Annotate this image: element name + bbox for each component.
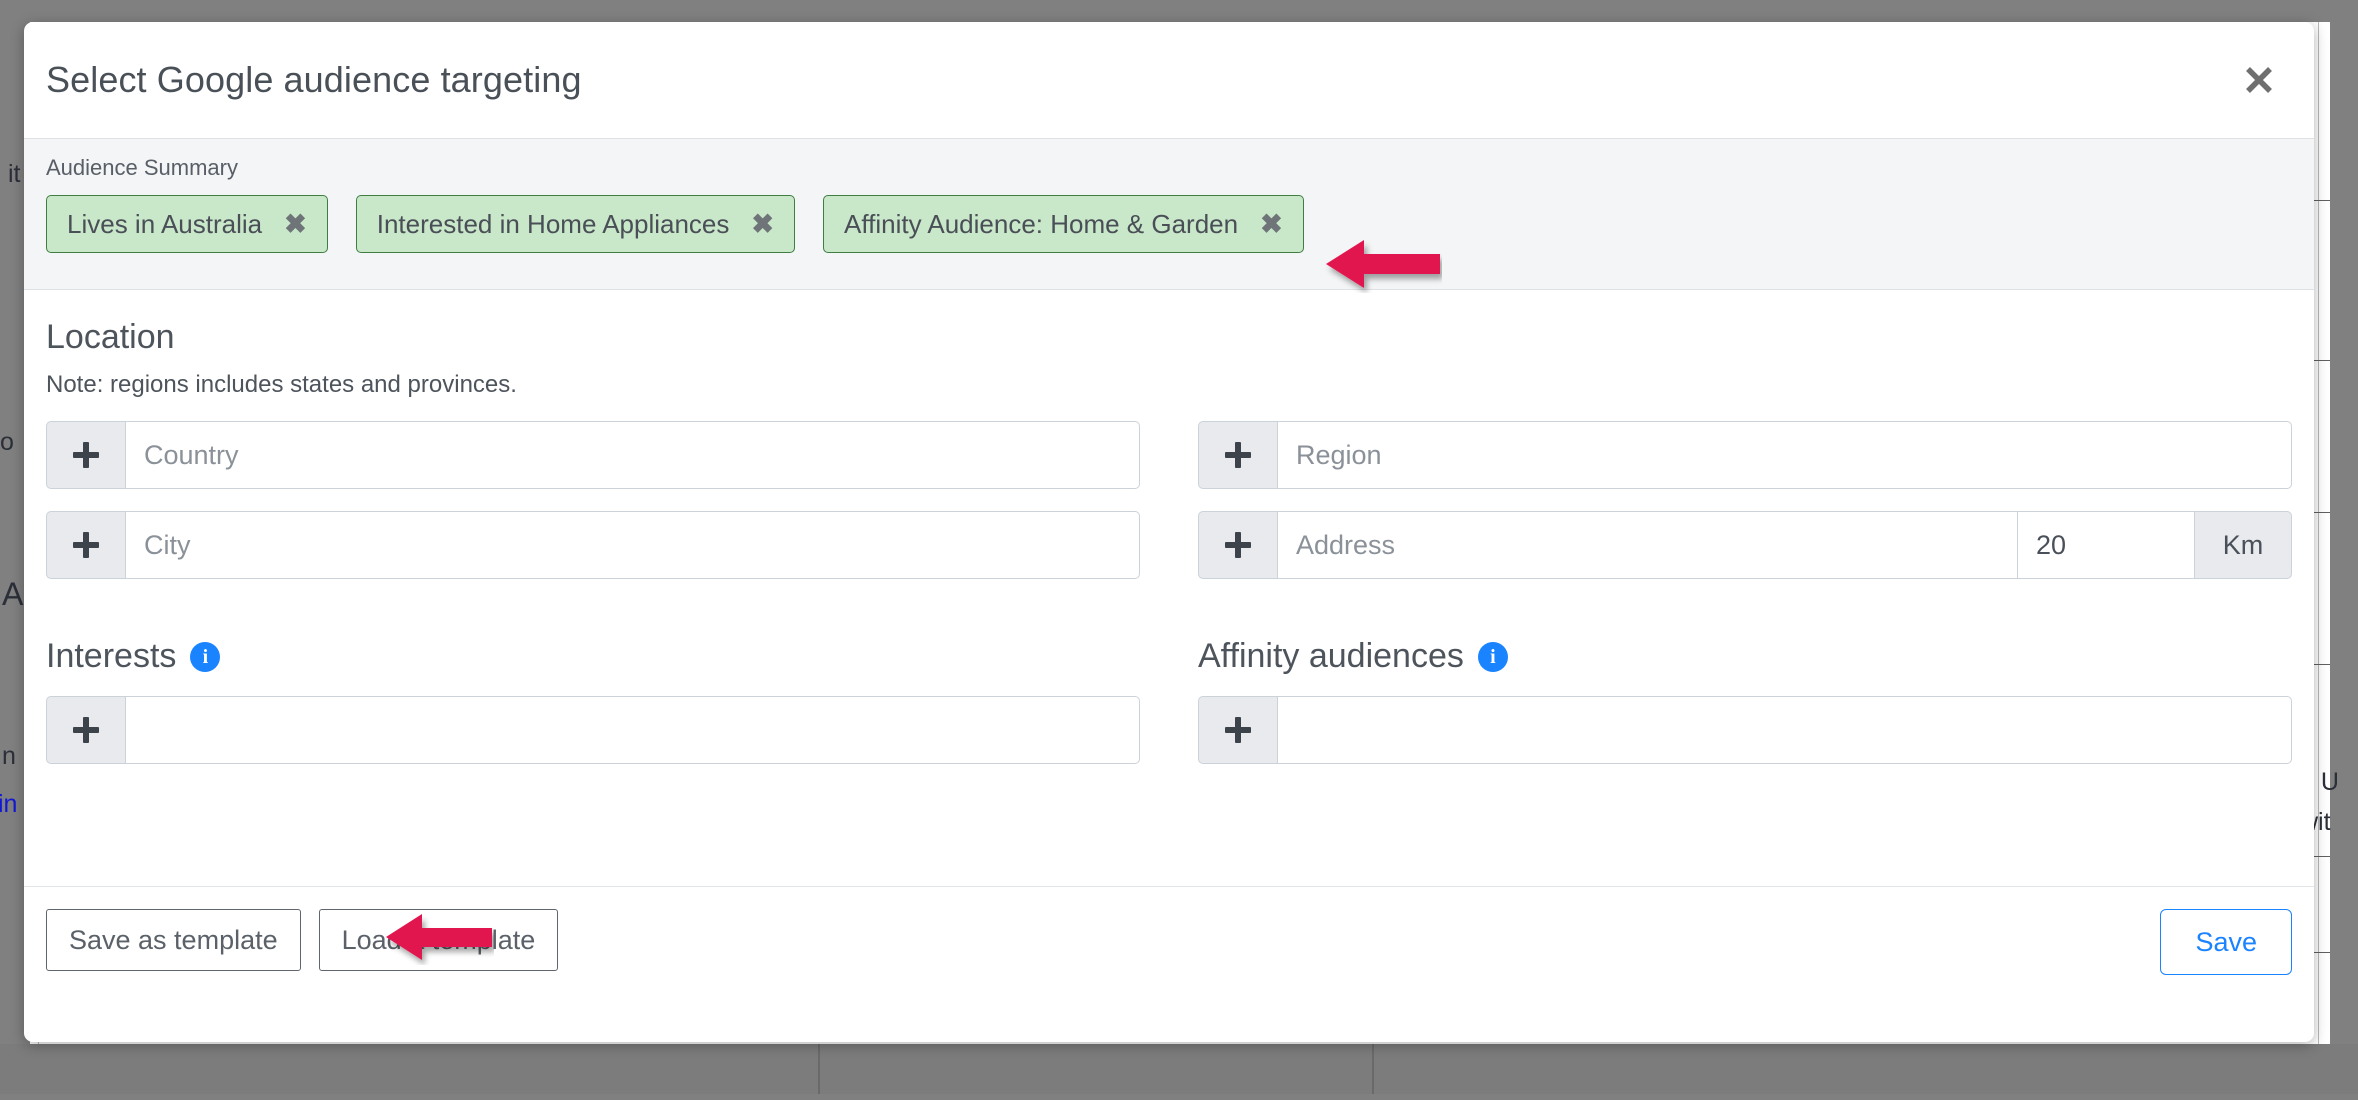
backdrop-text-fragment: A (2, 576, 24, 612)
affinity-input-group (1198, 696, 2292, 764)
affinity-title-text: Affinity audiences (1198, 637, 1464, 675)
add-interest-button[interactable] (46, 696, 126, 764)
backdrop-text-fragment: n (2, 742, 16, 770)
load-a-template-button[interactable]: Load a template (318, 909, 559, 971)
modal-footer: Save as template Load a template Save (24, 886, 2314, 1042)
audience-chip-label: Interested in Home Appliances (376, 208, 730, 239)
add-city-button[interactable] (46, 511, 126, 579)
location-left-column: Country City (46, 421, 1140, 601)
radius-unit-label: Km (2194, 511, 2292, 579)
audience-chip-label: Affinity Audience: Home & Garden (844, 208, 1239, 239)
interests-title-text: Interests (46, 637, 177, 675)
audience-fields-grid: Interests i Affinity audiences i (46, 637, 2292, 764)
audience-chip-label: Lives in Australia (67, 208, 263, 239)
affinity-column: Affinity audiences i (1198, 637, 2292, 764)
audience-chip[interactable]: Lives in Australia ✖ (46, 195, 328, 253)
city-input[interactable]: City (126, 511, 1140, 579)
radius-input[interactable]: 20 (2017, 511, 2194, 579)
chip-remove-icon[interactable]: ✖ (284, 210, 307, 238)
audience-chip[interactable]: Interested in Home Appliances ✖ (355, 195, 796, 253)
location-section-title: Location (46, 318, 175, 356)
info-icon[interactable]: i (1477, 641, 1508, 672)
country-input-group: Country (46, 421, 1140, 489)
modal-title: Select Google audience targeting (46, 59, 582, 100)
location-right-column: Region Address 20 Km (1198, 421, 2292, 601)
modal-body: Location Note: regions includes states a… (24, 290, 2314, 886)
add-affinity-audience-button[interactable] (1198, 696, 1278, 764)
region-input-group: Region (1198, 421, 2292, 489)
save-as-template-button[interactable]: Save as template (46, 909, 301, 971)
location-fields-grid: Country City Region Address 20 Km (46, 421, 2292, 601)
plus-icon (1225, 442, 1251, 468)
audience-chip-row: Lives in Australia ✖ Interested in Home … (46, 195, 2292, 253)
chip-remove-icon[interactable]: ✖ (1260, 210, 1283, 238)
region-input[interactable]: Region (1278, 421, 2292, 489)
backdrop-text-fragment: it (8, 160, 21, 188)
interests-input-group (46, 696, 1140, 764)
add-address-button[interactable] (1198, 511, 1278, 579)
city-input-group: City (46, 511, 1140, 579)
affinity-section-title: Affinity audiences i (1198, 637, 2292, 676)
interests-column: Interests i (46, 637, 1140, 764)
plus-icon (73, 442, 99, 468)
plus-icon (1225, 717, 1251, 743)
plus-icon (73, 532, 99, 558)
backdrop-bottom-strip (0, 1044, 2358, 1094)
info-icon[interactable]: i (190, 641, 221, 672)
audience-targeting-modal: Select Google audience targeting Audienc… (24, 22, 2314, 1042)
audience-chip[interactable]: Affinity Audience: Home & Garden ✖ (823, 195, 1304, 253)
add-region-button[interactable] (1198, 421, 1278, 489)
interests-input[interactable] (126, 696, 1140, 764)
interests-section-title: Interests i (46, 637, 1140, 676)
plus-icon (73, 717, 99, 743)
location-section-note: Note: regions includes states and provin… (46, 371, 517, 398)
backdrop-link-fragment[interactable]: in (0, 790, 17, 819)
close-icon[interactable] (2236, 57, 2282, 103)
add-country-button[interactable] (46, 421, 126, 489)
address-input[interactable]: Address (1278, 511, 2017, 579)
address-input-group: Address 20 Km (1198, 511, 2292, 579)
backdrop-column-divider (2318, 22, 2319, 1044)
chip-remove-icon[interactable]: ✖ (751, 210, 774, 238)
backdrop-text-fragment: o (0, 428, 14, 456)
plus-icon (1225, 532, 1251, 558)
country-input[interactable]: Country (126, 421, 1140, 489)
modal-header: Select Google audience targeting (24, 22, 2314, 138)
audience-summary-label: Audience Summary (46, 155, 238, 180)
save-button[interactable]: Save (2160, 909, 2292, 975)
audience-summary-bar: Audience Summary Lives in Australia ✖ In… (24, 138, 2314, 290)
affinity-audiences-input[interactable] (1278, 696, 2292, 764)
